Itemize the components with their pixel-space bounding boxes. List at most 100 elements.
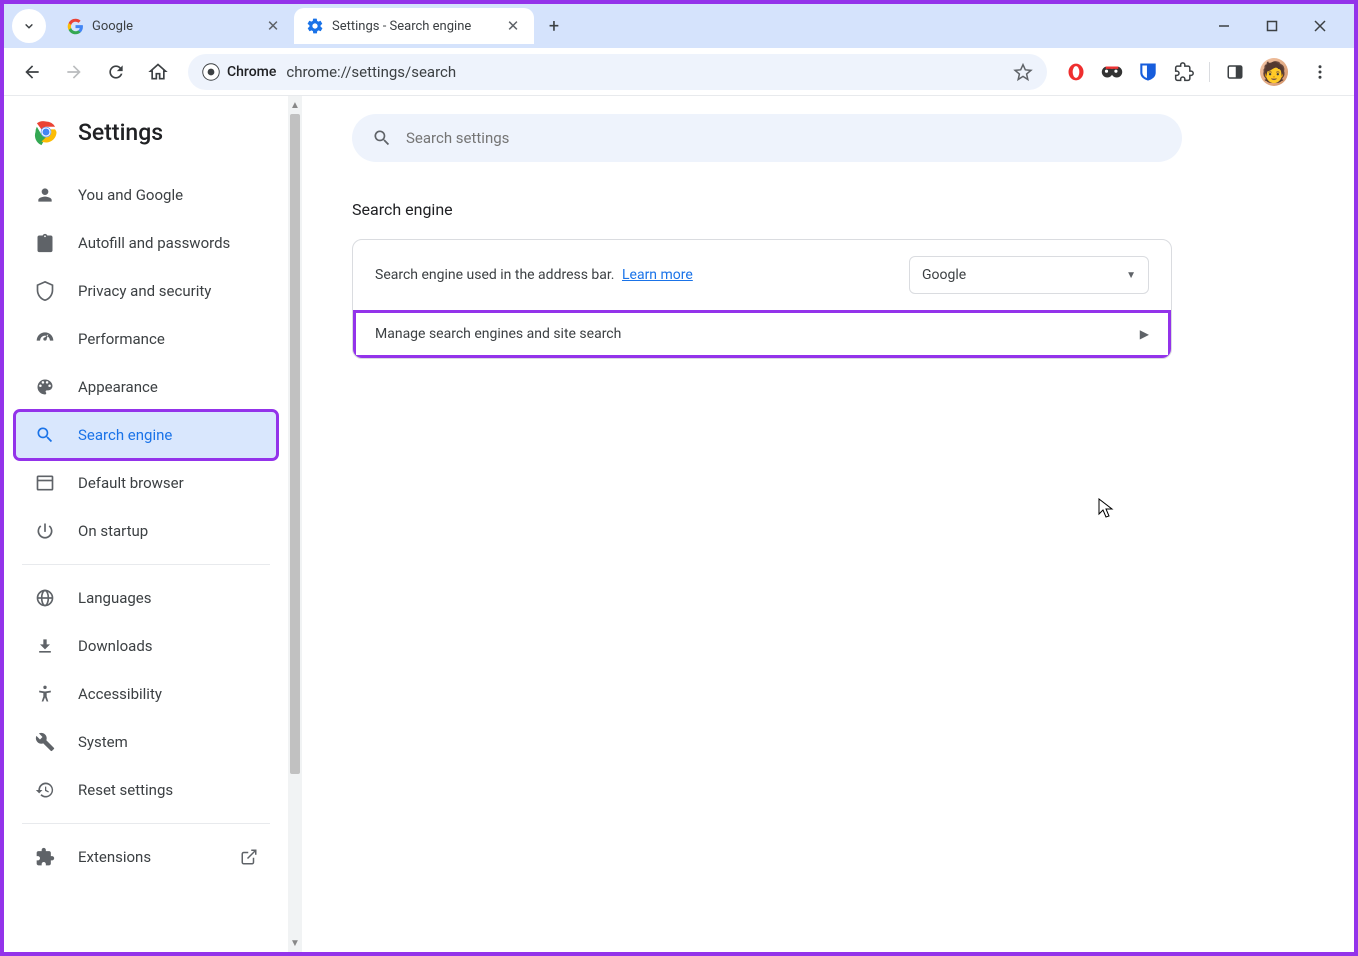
settings-main: Search engine Search engine used in the … xyxy=(302,96,1354,952)
nav-label: Default browser xyxy=(78,474,184,492)
nav-label: Autofill and passwords xyxy=(78,234,230,252)
nav-label: Appearance xyxy=(78,378,158,396)
url-text: chrome://settings/search xyxy=(286,63,1003,81)
nav-accessibility[interactable]: Accessibility xyxy=(16,671,276,717)
scrollbar-thumb[interactable] xyxy=(290,114,300,774)
nav-label: Accessibility xyxy=(78,685,162,703)
tab-close-button[interactable]: ✕ xyxy=(504,17,522,35)
nav-label: Downloads xyxy=(78,637,153,655)
tab-title: Settings - Search engine xyxy=(332,19,496,34)
sidebar-container: Settings You and Google Autofill and pas… xyxy=(4,96,302,952)
close-window-button[interactable] xyxy=(1306,12,1334,40)
search-settings-input[interactable] xyxy=(406,129,1162,147)
browser-toolbar: Chrome chrome://settings/search 🧑 xyxy=(4,48,1354,96)
external-link-icon xyxy=(240,848,258,866)
profile-avatar[interactable]: 🧑 xyxy=(1260,58,1288,86)
extension-eyes-icon[interactable] xyxy=(1101,61,1123,83)
sidebar-scrollbar[interactable]: ▲ ▼ xyxy=(288,96,302,952)
palette-icon xyxy=(34,376,56,398)
minimize-button[interactable] xyxy=(1210,12,1238,40)
chrome-logo-icon xyxy=(32,118,60,146)
nav-secondary: Languages Downloads Accessibility System… xyxy=(4,575,288,813)
chrome-label: Chrome xyxy=(227,64,276,80)
address-bar[interactable]: Chrome chrome://settings/search xyxy=(188,54,1047,90)
row-label: Manage search engines and site search xyxy=(375,326,621,342)
caret-down-icon: ▼ xyxy=(1126,270,1136,281)
bookmark-star-icon[interactable] xyxy=(1013,62,1033,82)
extension-opera-icon[interactable] xyxy=(1065,61,1087,83)
nav-appearance[interactable]: Appearance xyxy=(16,364,276,410)
search-engine-row: Search engine used in the address bar. L… xyxy=(353,240,1171,310)
forward-button[interactable] xyxy=(56,54,92,90)
home-button[interactable] xyxy=(140,54,176,90)
nav-divider xyxy=(22,823,270,824)
download-icon xyxy=(34,635,56,657)
nav-label: Reset settings xyxy=(78,781,173,799)
shield-icon xyxy=(34,280,56,302)
browser-menu-button[interactable] xyxy=(1302,54,1338,90)
manage-search-engines-row[interactable]: Manage search engines and site search ▶ xyxy=(353,310,1171,358)
nav-languages[interactable]: Languages xyxy=(16,575,276,621)
content-area: Settings You and Google Autofill and pas… xyxy=(4,96,1354,952)
nav-label: Performance xyxy=(78,330,165,348)
search-engine-select[interactable]: Google ▼ xyxy=(909,256,1149,294)
nav-autofill[interactable]: Autofill and passwords xyxy=(16,220,276,266)
nav-label: Extensions xyxy=(78,848,151,866)
speedometer-icon xyxy=(34,328,56,350)
settings-gear-icon xyxy=(306,17,324,35)
reload-button[interactable] xyxy=(98,54,134,90)
search-icon xyxy=(372,128,392,148)
accessibility-icon xyxy=(34,683,56,705)
nav-label: Privacy and security xyxy=(78,282,211,300)
nav-tertiary: Extensions xyxy=(4,834,288,880)
back-button[interactable] xyxy=(14,54,50,90)
side-panel-icon[interactable] xyxy=(1224,61,1246,83)
scroll-up-icon[interactable]: ▲ xyxy=(288,98,302,112)
chrome-icon xyxy=(202,63,220,81)
nav-on-startup[interactable]: On startup xyxy=(16,508,276,554)
new-tab-button[interactable]: + xyxy=(538,10,570,42)
nav-system[interactable]: System xyxy=(16,719,276,765)
row-description: Search engine used in the address bar. L… xyxy=(375,267,693,283)
nav-extensions[interactable]: Extensions xyxy=(16,834,276,880)
mouse-cursor-icon xyxy=(1098,498,1114,520)
search-settings-box[interactable] xyxy=(352,114,1182,162)
nav-default-browser[interactable]: Default browser xyxy=(16,460,276,506)
nav-you-and-google[interactable]: You and Google xyxy=(16,172,276,218)
power-icon xyxy=(34,520,56,542)
section-title: Search engine xyxy=(352,200,1294,219)
search-icon xyxy=(34,424,56,446)
nav-label: On startup xyxy=(78,522,148,540)
extension-icons: 🧑 xyxy=(1059,54,1344,90)
maximize-button[interactable] xyxy=(1258,12,1286,40)
nav-privacy[interactable]: Privacy and security xyxy=(16,268,276,314)
nav-divider xyxy=(22,564,270,565)
nav-label: Search engine xyxy=(78,426,172,444)
tab-title: Google xyxy=(92,19,256,34)
nav-label: Languages xyxy=(78,589,152,607)
scroll-down-icon[interactable]: ▼ xyxy=(288,936,302,950)
nav-search-engine[interactable]: Search engine xyxy=(16,412,276,458)
extensions-puzzle-icon[interactable] xyxy=(1173,61,1195,83)
site-identity-chip[interactable]: Chrome xyxy=(202,63,276,81)
learn-more-link[interactable]: Learn more xyxy=(622,267,693,283)
person-icon xyxy=(34,184,56,206)
nav-performance[interactable]: Performance xyxy=(16,316,276,362)
tab-google[interactable]: Google ✕ xyxy=(54,8,294,44)
tab-search-button[interactable] xyxy=(12,9,46,43)
settings-sidebar: Settings You and Google Autofill and pas… xyxy=(4,96,288,952)
clipboard-icon xyxy=(34,232,56,254)
chevron-down-icon xyxy=(22,19,36,33)
nav-downloads[interactable]: Downloads xyxy=(16,623,276,669)
google-favicon-icon xyxy=(66,17,84,35)
history-icon xyxy=(34,779,56,801)
tab-settings[interactable]: Settings - Search engine ✕ xyxy=(294,8,534,44)
wrench-icon xyxy=(34,731,56,753)
globe-icon xyxy=(34,587,56,609)
window-controls xyxy=(1194,4,1350,48)
nav-reset[interactable]: Reset settings xyxy=(16,767,276,813)
tab-strip: Google ✕ Settings - Search engine ✕ + xyxy=(4,4,1354,48)
extension-bitwarden-icon[interactable] xyxy=(1137,61,1159,83)
chevron-right-icon: ▶ xyxy=(1140,327,1149,341)
tab-close-button[interactable]: ✕ xyxy=(264,17,282,35)
